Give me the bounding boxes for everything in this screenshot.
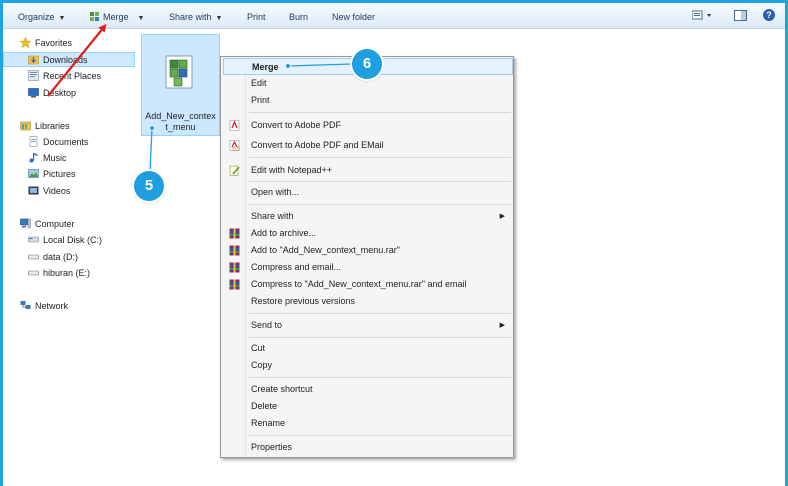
menu-item-share-with[interactable]: Share with ▶: [223, 208, 513, 225]
pictures-icon: [28, 169, 39, 178]
menu-separator: [249, 157, 511, 158]
menu-item-rename[interactable]: Rename: [223, 415, 513, 432]
new-folder-button[interactable]: New folder: [332, 10, 375, 24]
adobe-pdf-email-icon: [229, 140, 240, 151]
menu-item-copy[interactable]: Copy: [223, 357, 513, 374]
menu-item-create-shortcut[interactable]: Create shortcut: [223, 381, 513, 398]
menu-separator: [249, 337, 511, 338]
recent-places-icon: [28, 70, 39, 81]
context-menu: Merge Edit Print Convert to Adobe PDF Co…: [220, 56, 514, 458]
nav-computer[interactable]: Computer: [20, 217, 75, 232]
print-button[interactable]: Print: [247, 10, 266, 24]
menu-item-properties[interactable]: Properties: [223, 439, 513, 456]
menu-item-delete[interactable]: Delete: [223, 398, 513, 415]
chevron-down-icon: ▼: [58, 15, 66, 22]
nav-recent-places[interactable]: Recent Places: [28, 69, 101, 84]
network-icon: [20, 301, 31, 309]
nav-documents[interactable]: Documents: [28, 135, 89, 150]
menu-item-open-with[interactable]: Open with...: [223, 184, 513, 201]
menu-separator: [249, 181, 511, 182]
notepad-plus-plus-icon: [229, 165, 240, 176]
nav-music[interactable]: Music: [28, 151, 67, 166]
menu-item-compress-rar-email[interactable]: Compress to "Add_New_context_menu.rar" a…: [223, 276, 513, 293]
winrar-icon: [229, 228, 240, 239]
view-icon: [691, 10, 711, 20]
menu-separator: [249, 435, 511, 436]
nav-data-drive[interactable]: data (D:): [28, 250, 78, 265]
chevron-down-icon: ▼: [215, 15, 223, 22]
submenu-arrow-icon: ▶: [499, 213, 505, 220]
chevron-down-icon: ▼: [137, 15, 145, 22]
menu-separator: [249, 313, 511, 314]
menu-item-add-rar[interactable]: Add to "Add_New_context_menu.rar": [223, 242, 513, 259]
downloads-folder-icon: [28, 55, 39, 65]
nav-hiburan-drive[interactable]: hiburan (E:): [28, 266, 90, 281]
step-6-callout: 6: [352, 49, 382, 79]
preview-pane-button[interactable]: [734, 9, 747, 23]
navigation-pane: Favorites Downloads Recent Places Deskto…: [3, 30, 138, 480]
nav-libraries[interactable]: Libraries: [20, 119, 70, 134]
registry-file-icon: [165, 55, 193, 89]
star-icon: [20, 37, 31, 48]
menu-separator: [249, 377, 511, 378]
registry-merge-icon: [90, 12, 99, 21]
help-icon[interactable]: ?: [763, 9, 775, 21]
menu-item-cut[interactable]: Cut: [223, 340, 513, 357]
menu-item-add-archive[interactable]: Add to archive...: [223, 225, 513, 242]
step-5-callout: 5: [134, 171, 164, 201]
winrar-icon: [229, 262, 240, 273]
adobe-pdf-icon: [229, 120, 240, 131]
nav-favorites[interactable]: Favorites: [20, 36, 72, 51]
share-with-button[interactable]: Share with ▼: [169, 10, 222, 24]
documents-icon: [29, 136, 38, 147]
menu-item-compress-email[interactable]: Compress and email...: [223, 259, 513, 276]
hard-drive-icon: [28, 236, 39, 243]
file-item-add-new-context-menu[interactable]: Add_New_contex t_menu: [141, 34, 220, 136]
organize-button[interactable]: Organize ▼: [18, 10, 65, 24]
nav-downloads[interactable]: Downloads: [28, 53, 88, 68]
view-options-button[interactable]: [691, 9, 714, 23]
menu-separator: [249, 204, 511, 205]
videos-icon: [28, 186, 39, 195]
submenu-arrow-icon: ▶: [499, 322, 505, 329]
menu-item-print[interactable]: Print: [223, 92, 513, 109]
menu-item-convert-pdf[interactable]: Convert to Adobe PDF: [223, 117, 513, 134]
menu-item-convert-pdf-email[interactable]: Convert to Adobe PDF and EMail: [223, 137, 513, 154]
nav-pictures[interactable]: Pictures: [28, 167, 76, 182]
winrar-icon: [229, 245, 240, 256]
desktop-icon: [28, 88, 39, 98]
menu-item-restore-versions[interactable]: Restore previous versions: [223, 293, 513, 310]
hard-drive-icon: [28, 254, 39, 260]
music-icon: [29, 153, 38, 163]
burn-button[interactable]: Burn: [289, 10, 308, 24]
nav-desktop[interactable]: Desktop: [28, 86, 76, 101]
menu-item-edit-notepad[interactable]: Edit with Notepad++: [223, 162, 513, 179]
computer-icon: [20, 218, 31, 229]
merge-button[interactable]: Merge ▼: [89, 10, 144, 24]
menu-item-send-to[interactable]: Send to ▶: [223, 317, 513, 334]
nav-network[interactable]: Network: [20, 299, 68, 314]
file-name-label: Add_New_contex t_menu: [145, 111, 216, 132]
hard-drive-icon: [28, 270, 39, 276]
nav-videos[interactable]: Videos: [28, 184, 70, 199]
command-bar: Organize ▼ Merge ▼ Share with ▼ Print Burn …: [3, 3, 785, 29]
nav-local-disk[interactable]: Local Disk (C:): [28, 233, 102, 248]
winrar-icon: [229, 279, 240, 290]
menu-separator: [249, 112, 511, 113]
libraries-icon: [20, 121, 31, 131]
preview-pane-icon: [734, 10, 747, 21]
